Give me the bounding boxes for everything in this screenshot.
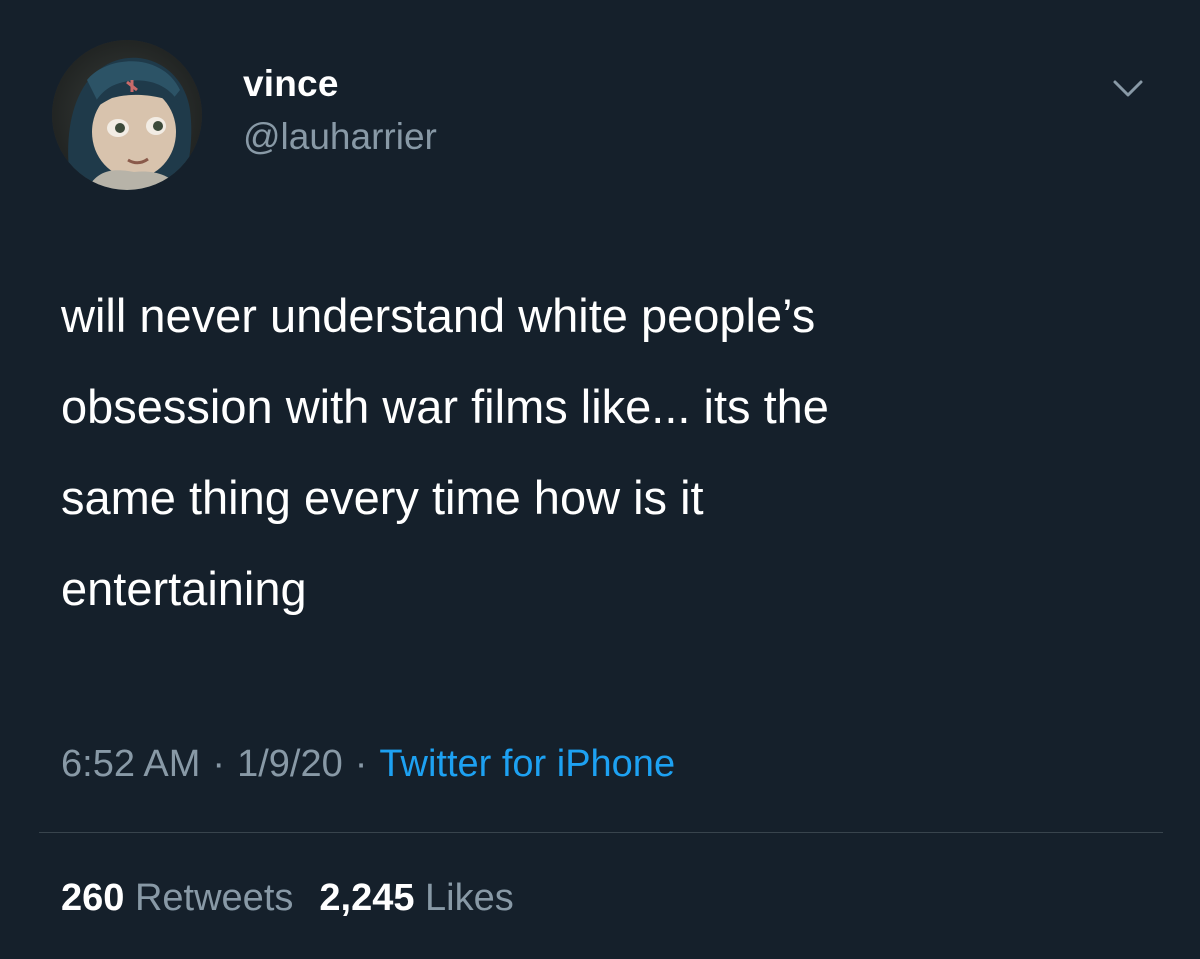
tweet-text: will never understand white people’s obs… [61,289,829,615]
retweets-stat[interactable]: 260 Retweets [61,877,293,919]
meta-separator: · [354,743,368,785]
meta-separator: · [212,743,226,785]
divider [39,832,1163,833]
user-handle[interactable]: @lauharrier [243,115,437,159]
avatar-image [52,40,202,190]
tweet-card: vince @lauharrier will never understand … [0,0,1200,959]
likes-stat[interactable]: 2,245 Likes [319,877,513,919]
retweets-label: Retweets [134,877,294,919]
user-avatar[interactable] [52,40,202,190]
tweet-menu-button[interactable] [1106,72,1150,106]
tweet-stats: 260 Retweets 2,245 Likes [61,872,514,924]
retweets-count: 260 [61,877,125,919]
chevron-down-icon [1113,80,1143,97]
tweet-source-link[interactable]: Twitter for iPhone [379,743,675,785]
likes-count: 2,245 [319,877,415,919]
tweet-time: 6:52 AM [61,743,201,785]
tweet-meta: 6:52 AM · 1/9/20 · Twitter for iPhone [61,738,675,790]
tweet-date[interactable]: 1/9/20 [237,743,343,785]
likes-label: Likes [425,877,514,919]
user-display-name[interactable]: vince [243,62,339,106]
